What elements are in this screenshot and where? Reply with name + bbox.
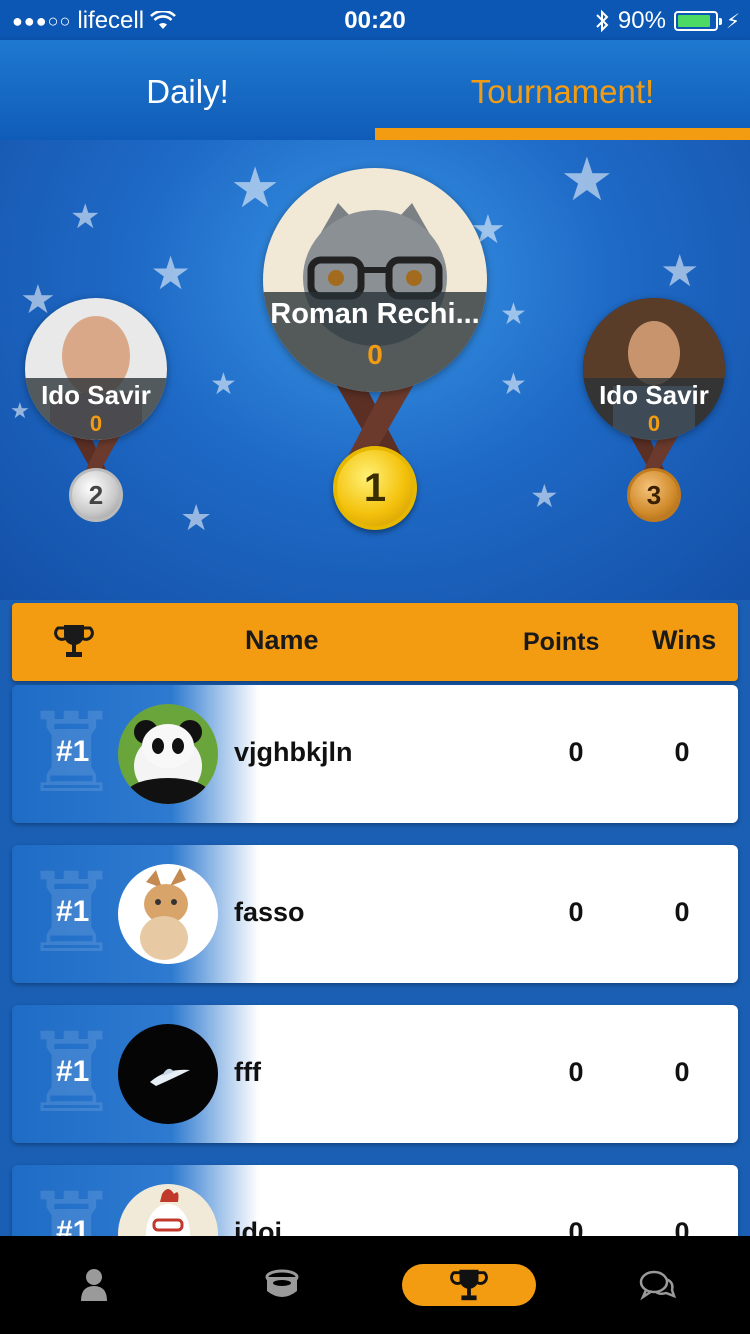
battery-icon [673, 11, 722, 31]
silver-medal-number: 2 [88, 479, 104, 510]
first-place-avatar: Roman Rechi... 0 [263, 168, 487, 392]
leaderboard-row[interactable]: ♜ #1 fasso 0 0 [12, 845, 738, 983]
bottom-navigation [0, 1236, 750, 1334]
star-decoration: ★ [530, 478, 559, 514]
star-decoration: ★ [180, 497, 213, 538]
star-decoration: ★ [70, 198, 101, 236]
row-username: fasso [234, 897, 305, 927]
trophy-icon [449, 1269, 488, 1301]
second-place-label: Ido Savir 0 [25, 378, 167, 440]
bird-avatar [118, 1024, 218, 1124]
second-place-score: 0 [89, 411, 103, 436]
column-header-wins[interactable]: Wins [652, 625, 716, 656]
row-username: fff [234, 1057, 261, 1087]
nav-profile[interactable] [0, 1236, 187, 1334]
bronze-medal-number: 3 [646, 479, 662, 510]
third-place-avatar: Ido Savir 0 [583, 298, 725, 440]
status-bar: ●●●○○ lifecell 00:20 90% ⚡ [0, 0, 750, 40]
leaderboard-row[interactable]: ♜ #1 vjghbkjln 0 0 [12, 685, 738, 823]
gold-medal-number: 1 [363, 465, 387, 510]
panda-avatar [118, 704, 218, 804]
chat-icon [639, 1270, 676, 1301]
row-points: 0 [568, 737, 584, 767]
row-wins: 0 [674, 1057, 690, 1087]
podium-second-place[interactable]: Ido Savir 0 2 [25, 298, 167, 526]
second-place-avatar: Ido Savir 0 [25, 298, 167, 440]
column-header-name[interactable]: Name [245, 625, 319, 656]
podium-third-place[interactable]: Ido Savir 0 3 [583, 298, 725, 526]
active-tab-indicator [375, 128, 750, 140]
row-points: 0 [568, 1057, 584, 1087]
row-wins: 0 [674, 737, 690, 767]
first-place-label: Roman Rechi... 0 [263, 292, 487, 392]
silver-medal: 2 [69, 468, 123, 522]
row-rank: #1 [56, 1055, 90, 1088]
star-decoration: ★ [660, 247, 700, 296]
star-decoration: ★ [560, 146, 614, 213]
third-place-score: 0 [647, 411, 661, 436]
row-points: 0 [568, 897, 584, 927]
profile-icon [80, 1269, 107, 1301]
bluetooth-icon [596, 9, 609, 33]
row-rank: #1 [56, 895, 90, 928]
bronze-medal: 3 [627, 468, 681, 522]
tab-bar: Daily! Tournament! [0, 40, 750, 140]
stadium-icon [265, 1269, 298, 1297]
row-rank: #1 [56, 735, 90, 768]
nav-leaderboard[interactable] [375, 1236, 562, 1334]
third-place-label: Ido Savir 0 [583, 378, 725, 440]
trophy-icon [54, 625, 94, 657]
column-header-points[interactable]: Points [523, 628, 599, 657]
third-place-name: Ido Savir [599, 380, 709, 410]
star-decoration: ★ [500, 298, 527, 331]
tab-tournament[interactable]: Tournament! [375, 40, 750, 140]
row-username: vjghbkjln [234, 737, 353, 767]
star-decoration: ★ [210, 368, 237, 401]
nav-chat[interactable] [563, 1236, 750, 1334]
gold-medal: 1 [333, 446, 417, 530]
leaderboard-header: Name Points Wins [12, 603, 738, 681]
first-place-name: Roman Rechi... [270, 298, 480, 330]
leaderboard-row[interactable]: ♜ #1 fff 0 0 [12, 1005, 738, 1143]
nav-stadium[interactable] [188, 1236, 375, 1334]
star-decoration: ★ [150, 247, 192, 299]
nav-active-pill [401, 1264, 536, 1306]
podium-first-place[interactable]: Roman Rechi... 0 1 [263, 168, 487, 530]
kitten-avatar [118, 864, 218, 964]
tab-daily[interactable]: Daily! [0, 40, 375, 140]
charging-icon: ⚡ [725, 10, 740, 33]
second-place-name: Ido Savir [41, 380, 151, 410]
first-place-score: 0 [367, 339, 383, 370]
row-wins: 0 [674, 897, 690, 927]
battery-percent: 90% [617, 7, 666, 34]
star-decoration: ★ [500, 368, 527, 401]
